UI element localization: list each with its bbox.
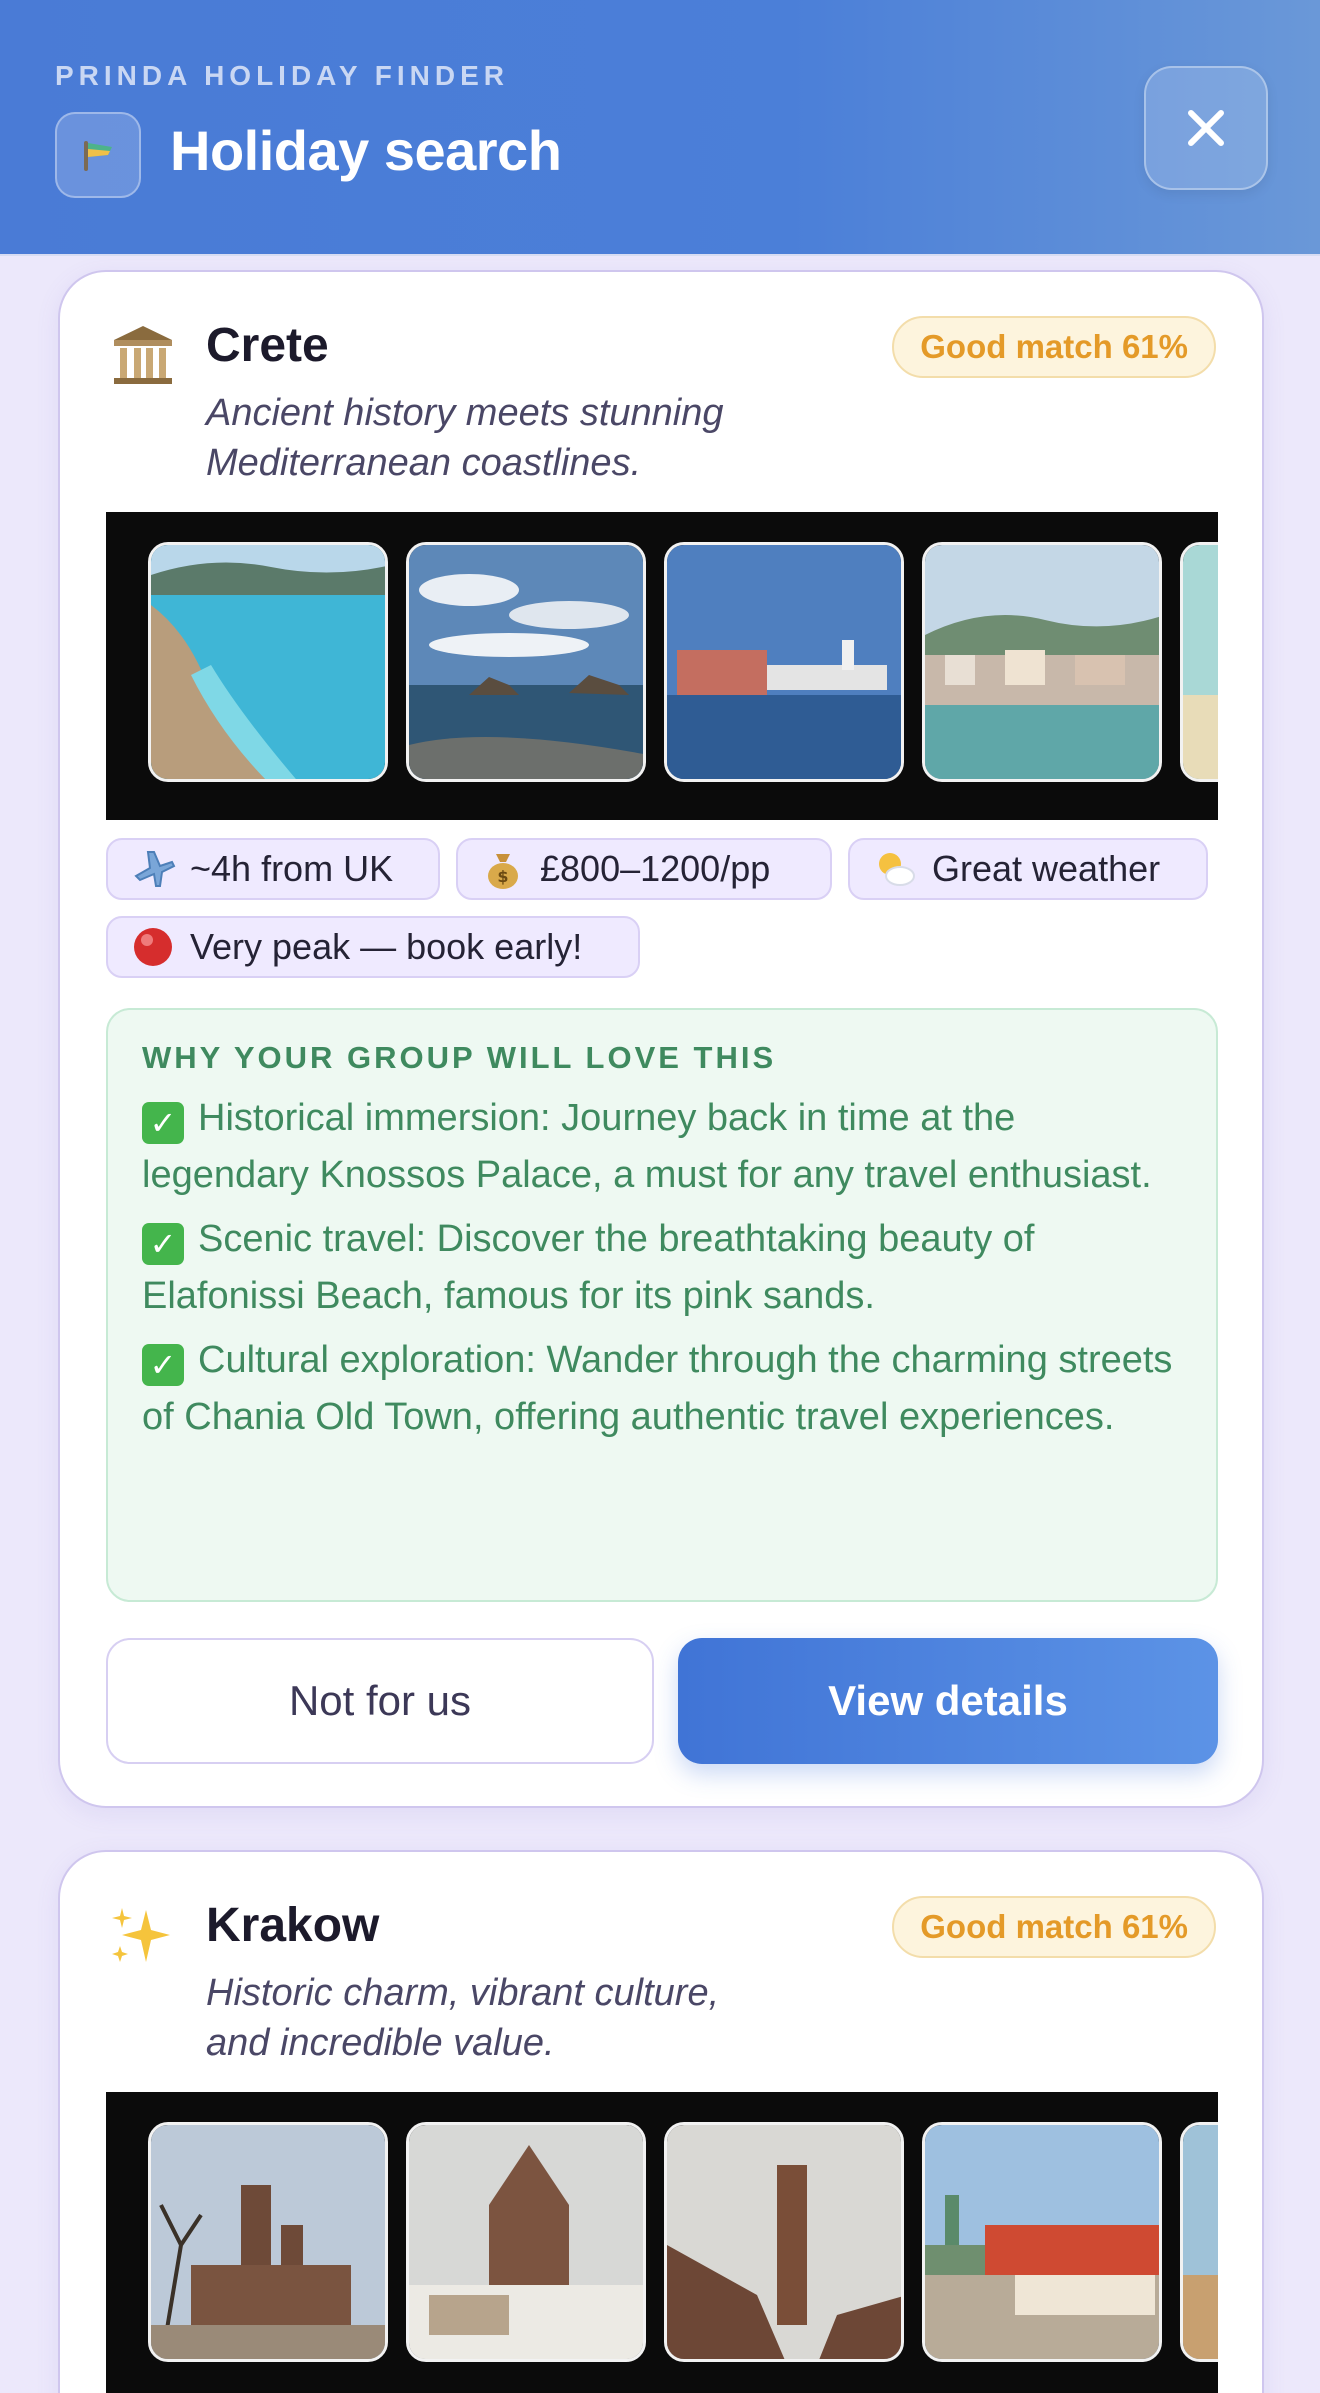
church-snow-photo[interactable] xyxy=(406,2122,646,2362)
subtitle-line: Mediterranean coastlines. xyxy=(206,442,642,484)
why-love-box: WHY YOUR GROUP WILL LOVE THIS ✓ Historica… xyxy=(106,1008,1218,1602)
svg-text:$: $ xyxy=(497,867,508,886)
chip-label: ~4h from UK xyxy=(190,848,394,889)
harbour-building-photo[interactable] xyxy=(664,542,904,782)
classical-building-icon xyxy=(108,320,178,390)
sparkles-icon xyxy=(108,1900,178,1970)
view-details-button[interactable]: View details xyxy=(678,1638,1218,1764)
flight-time-chip: ~4h from UK xyxy=(106,838,440,900)
weather-chip: Great weather xyxy=(848,838,1208,900)
match-badge: Good match 61% xyxy=(892,1896,1216,1958)
red-circle-icon xyxy=(130,924,176,970)
turquoise-lagoon-photo[interactable] xyxy=(148,542,388,782)
reason-text: Scenic travel: Discover the breathtaking… xyxy=(142,1218,1035,1317)
check-mark-icon: ✓ xyxy=(142,1102,184,1144)
reason-item: ✓ Scenic travel: Discover the breathtakin… xyxy=(142,1211,1182,1325)
coastal-town-photo[interactable] xyxy=(922,542,1162,782)
reason-item: ✓ Historical immersion: Journey back in t… xyxy=(142,1090,1182,1204)
chip-label: Very peak — book early! xyxy=(190,926,583,967)
close-button[interactable] xyxy=(1144,66,1268,190)
subtitle-line: and incredible value. xyxy=(206,2022,555,2064)
why-heading: WHY YOUR GROUP WILL LOVE THIS xyxy=(142,1040,777,1075)
photo-gallery[interactable] xyxy=(106,512,1218,820)
church-tower-photo[interactable] xyxy=(664,2122,904,2362)
close-icon xyxy=(1188,110,1224,146)
app-kicker: PRINDA HOLIDAY FINDER xyxy=(55,60,510,91)
result-card-krakow: Krakow Historic charm, vibrant culture, … xyxy=(58,1850,1264,2393)
not-for-us-button[interactable]: Not for us xyxy=(106,1638,654,1764)
old-town-square-photo[interactable] xyxy=(922,2122,1162,2362)
destination-title: Crete xyxy=(206,319,329,372)
subtitle-line: Ancient history meets stunning xyxy=(206,392,724,434)
destination-subtitle: Ancient history meets stunning Mediterra… xyxy=(206,388,846,488)
sun-cloud-icon xyxy=(872,846,918,892)
subtitle-line: Historic charm, vibrant culture, xyxy=(206,1972,720,2014)
check-mark-icon: ✓ xyxy=(142,1223,184,1265)
reason-item: ✓ Cultural exploration: Wander through th… xyxy=(142,1332,1182,1446)
photo-gallery[interactable] xyxy=(106,2092,1218,2393)
reason-text: Historical immersion: Journey back in ti… xyxy=(142,1097,1152,1196)
match-badge: Good match 61% xyxy=(892,316,1216,378)
page-title: Holiday search xyxy=(170,119,562,182)
trip-info-chips: ~4h from UK $ £800–1200/pp Great weather xyxy=(106,838,1218,988)
result-card-crete: Crete Ancient history meets stunning Med… xyxy=(58,270,1264,1808)
chip-label: £800–1200/pp xyxy=(540,848,771,889)
beach-partial-photo[interactable] xyxy=(1180,542,1218,782)
check-mark-icon: ✓ xyxy=(142,1344,184,1386)
money-bag-icon: $ xyxy=(480,846,526,892)
chip-label: Great weather xyxy=(932,848,1161,889)
destination-subtitle: Historic charm, vibrant culture, and inc… xyxy=(206,1968,846,2068)
reason-text: Cultural exploration: Wander through the… xyxy=(142,1339,1173,1438)
app-header: PRINDA HOLIDAY FINDER Holiday search xyxy=(0,0,1320,256)
flag-logo-icon xyxy=(55,112,141,198)
price-chip: $ £800–1200/pp xyxy=(456,838,832,900)
airplane-icon xyxy=(130,846,176,892)
partial-photo[interactable] xyxy=(1180,2122,1218,2362)
peak-season-chip: Very peak — book early! xyxy=(106,916,640,978)
basilica-trees-photo[interactable] xyxy=(148,2122,388,2362)
destination-title: Krakow xyxy=(206,1899,380,1952)
rocky-sea-clouds-photo[interactable] xyxy=(406,542,646,782)
